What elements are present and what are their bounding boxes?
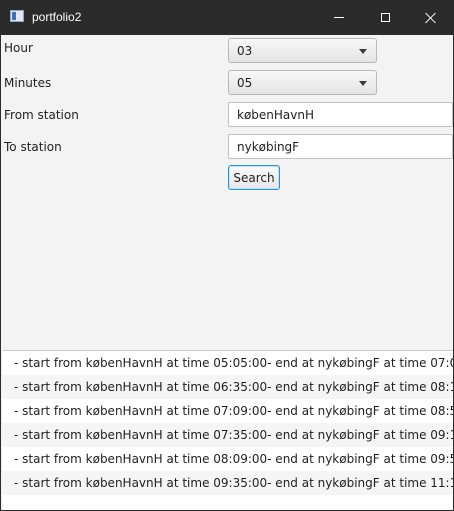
list-item[interactable]: - start from købenHavnH at time 06:35:00…: [3, 375, 453, 399]
hour-combobox[interactable]: 03: [228, 38, 377, 63]
list-item[interactable]: - start from købenHavnH at time 07:35:00…: [3, 423, 453, 447]
from-station-label: From station: [4, 108, 79, 122]
list-item[interactable]: - start from købenHavnH at time 05:05:00…: [3, 351, 453, 375]
minutes-combobox[interactable]: 05: [228, 70, 377, 95]
results-list[interactable]: - start from købenHavnH at time 05:05:00…: [3, 350, 453, 510]
minimize-button[interactable]: [316, 0, 362, 35]
window-title: portfolio2: [32, 10, 82, 24]
search-button[interactable]: Search: [228, 165, 280, 190]
hour-value: 03: [237, 44, 253, 58]
minutes-label: Minutes: [4, 76, 52, 90]
minutes-value: 05: [237, 76, 253, 90]
list-item[interactable]: - start from købenHavnH at time 09:35:00…: [3, 471, 453, 495]
minimize-icon: [334, 17, 344, 18]
to-station-label: To station: [4, 140, 62, 154]
app-window-icon: [10, 10, 24, 22]
list-item[interactable]: - start from købenHavnH at time 07:09:00…: [3, 399, 453, 423]
to-station-input[interactable]: [228, 134, 453, 159]
close-button[interactable]: [408, 0, 454, 35]
main-panel: Hour 03 Minutes 05 From station To stati…: [1, 35, 453, 510]
chevron-down-icon: [359, 81, 367, 86]
maximize-button[interactable]: [362, 0, 408, 35]
maximize-icon: [380, 13, 390, 22]
close-icon: [425, 12, 437, 24]
from-station-input[interactable]: [228, 102, 453, 127]
hour-label: Hour: [4, 41, 33, 55]
title-bar: portfolio2: [0, 0, 454, 35]
list-item[interactable]: - start from købenHavnH at time 08:09:00…: [3, 447, 453, 471]
chevron-down-icon: [359, 49, 367, 54]
